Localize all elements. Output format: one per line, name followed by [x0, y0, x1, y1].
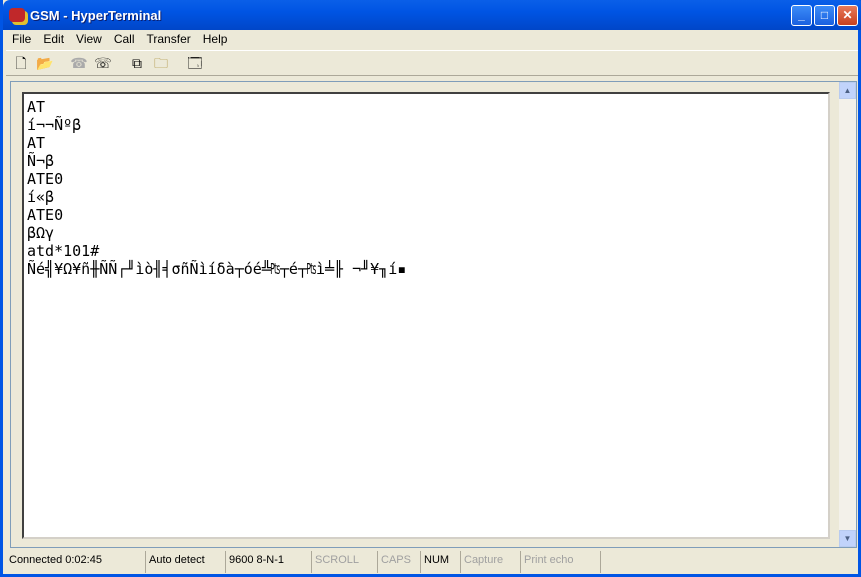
- status-bar: Connected 0:02:45 Auto detect 9600 8-N-1…: [6, 551, 858, 573]
- menu-edit[interactable]: Edit: [37, 30, 70, 49]
- menu-call[interactable]: Call: [108, 30, 141, 49]
- menu-transfer[interactable]: Transfer: [141, 30, 197, 49]
- scroll-down-icon[interactable]: ▼: [839, 530, 856, 547]
- open-icon[interactable]: 📂: [36, 54, 54, 72]
- menu-bar: File Edit View Call Transfer Help: [6, 30, 233, 49]
- status-scroll: SCROLL: [312, 551, 378, 573]
- terminal-line: AT: [27, 98, 46, 116]
- status-settings: 9600 8-N-1: [226, 551, 312, 573]
- menu-view[interactable]: View: [70, 30, 108, 49]
- receive-icon[interactable]: 🗀: [152, 54, 170, 72]
- maximize-button[interactable]: □: [814, 5, 835, 26]
- status-num: NUM: [421, 551, 461, 573]
- terminal-line: í¬¬Ñºβ: [27, 116, 82, 134]
- minimize-button[interactable]: _: [791, 5, 812, 26]
- vertical-scrollbar[interactable]: ▲ ▼: [839, 82, 856, 547]
- terminal-area: AT í¬¬Ñºβ AT Ñ¬β ATE0 í«β ATE0 βΩγ atd*101# Ñé╣¥Ω…: [10, 81, 857, 548]
- terminal-screen[interactable]: AT í¬¬Ñºβ AT Ñ¬β ATE0 í«β ATE0 βΩγ atd*101# Ñé╣¥Ω…: [22, 92, 830, 539]
- terminal-line: Ñé╣¥Ω¥ñ╫ÑÑ┌╜ìò╢╡σñÑìíδà┬óé╩₧┬é┬₧ì╧╟ ¬╜¥╖…: [27, 260, 407, 278]
- terminal-line: AT: [27, 134, 46, 152]
- terminal-line: Ñ¬β: [27, 152, 55, 170]
- status-detect: Auto detect: [146, 551, 226, 573]
- terminal-line: βΩγ: [27, 224, 55, 242]
- menu-file[interactable]: File: [6, 30, 37, 49]
- resize-grip[interactable]: [601, 551, 858, 573]
- dial-icon[interactable]: ☏: [94, 54, 112, 72]
- disconnect-phone-icon[interactable]: ☎: [70, 54, 88, 72]
- status-caps: CAPS: [378, 551, 421, 573]
- status-capture: Capture: [461, 551, 521, 573]
- scroll-up-icon[interactable]: ▲: [839, 82, 856, 99]
- terminal-line: ATE0: [27, 206, 64, 224]
- terminal-line: atd*101#: [27, 242, 100, 260]
- status-connected: Connected 0:02:45: [6, 551, 146, 573]
- terminal-line: í«β: [27, 188, 55, 206]
- menu-help[interactable]: Help: [197, 30, 234, 49]
- properties-icon[interactable]: 🗔: [186, 54, 204, 72]
- new-icon[interactable]: 🗋: [12, 54, 30, 72]
- send-icon[interactable]: ⧉: [128, 54, 146, 72]
- terminal-line: ATE0: [27, 170, 64, 188]
- toolbar: 🗋 📂 ☎ ☏ ⧉ 🗀 🗔: [6, 50, 858, 76]
- close-button[interactable]: ✕: [837, 5, 858, 26]
- title-bar[interactable]: GSM - HyperTerminal _ □ ✕: [3, 0, 861, 30]
- status-print-echo: Print echo: [521, 551, 601, 573]
- app-icon: [9, 8, 25, 22]
- window-title: GSM - HyperTerminal: [30, 8, 162, 23]
- hyperterminal-window: GSM - HyperTerminal _ □ ✕ File Edit View…: [0, 0, 861, 577]
